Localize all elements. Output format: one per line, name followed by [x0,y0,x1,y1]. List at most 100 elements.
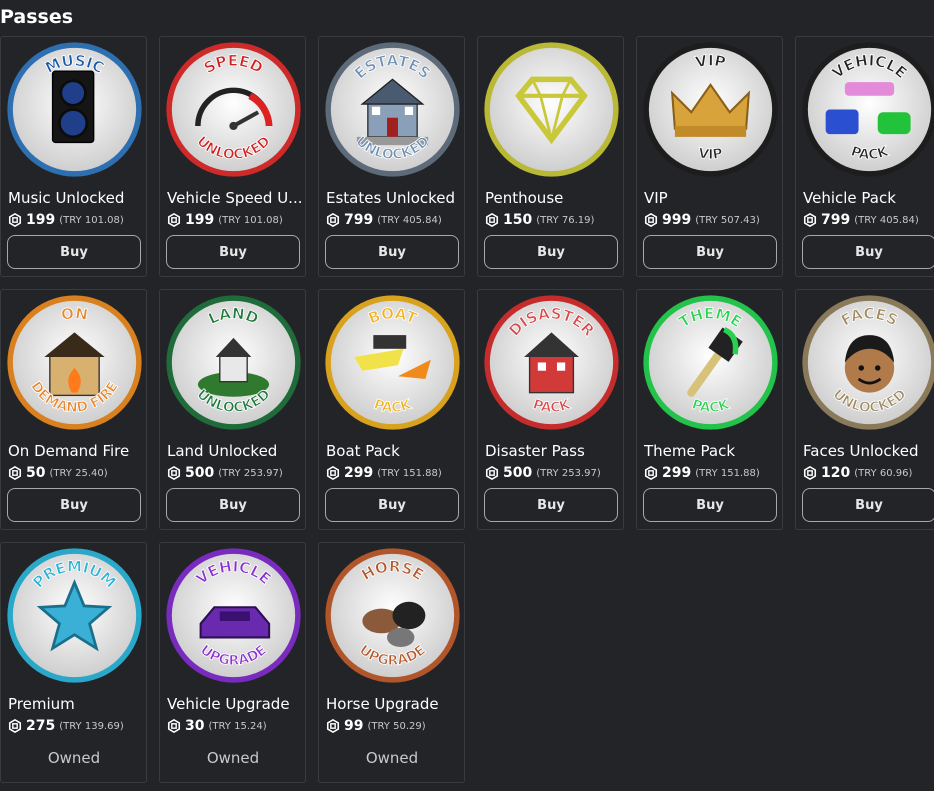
buy-button[interactable]: Buy [802,488,934,522]
robux-price: 50 [26,465,46,481]
try-price: (TRY 15.24) [208,720,267,732]
pass-name[interactable]: Faces Unlocked [803,442,934,460]
robux-price: 799 [344,212,374,228]
buy-button[interactable]: Buy [484,235,618,269]
diamond-badge-icon[interactable] [483,41,620,178]
try-price: (TRY 507.43) [695,214,760,226]
try-price: (TRY 405.84) [854,214,919,226]
pass-card-on-demand-fire[interactable]: ON DEMAND FIRE On Demand Fire 50 (TRY 25.40)… [0,289,147,530]
passes-title: Passes [0,6,74,28]
try-price: (TRY 60.96) [854,467,913,479]
robux-icon [8,213,22,227]
pass-name[interactable]: Estates Unlocked [326,189,462,207]
price-row: 275 (TRY 139.69) [8,718,124,734]
pass-name[interactable]: Premium [8,695,144,713]
pass-name[interactable]: Disaster Pass [485,442,621,460]
buy-button[interactable]: Buy [325,488,459,522]
pass-card-disaster-pass[interactable]: DISASTER PACK Disaster Pass 500 (TRY 253.97)… [477,289,624,530]
paintbrush-badge-icon[interactable]: THEME PACK [642,294,779,431]
robux-icon [167,213,181,227]
price-row: 500 (TRY 253.97) [485,465,601,481]
robux-icon [485,466,499,480]
robux-icon [644,213,658,227]
owned-label: Owned [206,749,260,767]
robux-price: 275 [26,718,56,734]
pass-card-faces-unlocked[interactable]: FACES UNLOCKED Faces Unlocked 120 (TRY 60.96… [795,289,934,530]
crown-badge-icon[interactable]: VIP VIP [642,41,779,178]
face-badge-icon[interactable]: FACES UNLOCKED [801,294,934,431]
pass-card-vip[interactable]: VIP VIP VIP 999 (TRY 507.43) Buy [636,36,783,277]
robux-price: 500 [503,465,533,481]
buy-button[interactable]: Buy [484,488,618,522]
buy-button[interactable]: Buy [802,235,934,269]
speaker-badge-icon[interactable]: MUSIC [6,41,143,178]
price-row: 150 (TRY 76.19) [485,212,594,228]
pass-name[interactable]: On Demand Fire [8,442,144,460]
broken-house-badge-icon[interactable]: DISASTER PACK [483,294,620,431]
star-badge-icon[interactable]: PREMIUM [6,547,143,684]
pass-name[interactable]: Horse Upgrade [326,695,462,713]
pass-name[interactable]: Penthouse [485,189,621,207]
robux-price: 120 [821,465,851,481]
pass-name[interactable]: Vehicle Pack [803,189,934,207]
try-price: (TRY 101.08) [218,214,283,226]
try-price: (TRY 50.29) [367,720,426,732]
price-row: 99 (TRY 50.29) [326,718,426,734]
pass-card-estates-unlocked[interactable]: ESTATES UNLOCKED Estates Unlocked 799 (TRY 4… [318,36,465,277]
try-price: (TRY 151.88) [377,467,442,479]
robux-icon [326,466,340,480]
price-row: 199 (TRY 101.08) [167,212,283,228]
try-price: (TRY 405.84) [377,214,442,226]
buy-button[interactable]: Buy [325,235,459,269]
robux-price: 299 [662,465,692,481]
pass-card-vehicle-pack[interactable]: VEHICLE PACK Vehicle Pack 799 (TRY 405.84) Bu… [795,36,934,277]
land-house-badge-icon[interactable]: LAND UNLOCKED [165,294,302,431]
robux-price: 199 [26,212,56,228]
robux-price: 999 [662,212,692,228]
robux-icon [803,466,817,480]
pass-card-premium[interactable]: PREMIUM Premium 275 (TRY 139.69) Owned [0,542,147,783]
robux-icon [8,466,22,480]
house-badge-icon[interactable]: ESTATES UNLOCKED [324,41,461,178]
burning-house-badge-icon[interactable]: ON DEMAND FIRE [6,294,143,431]
pass-card-vehicle-speed-u[interactable]: SPEED UNLOCKED Vehicle Speed U... 199 (TRY 1… [159,36,306,277]
pass-card-music-unlocked[interactable]: MUSIC Music Unlocked 199 (TRY 101.08) Buy [0,36,147,277]
pass-name[interactable]: Vehicle Speed U... [167,189,303,207]
price-row: 199 (TRY 101.08) [8,212,124,228]
boat-badge-icon[interactable]: BOAT PACK [324,294,461,431]
robux-icon [8,719,22,733]
pass-name[interactable]: VIP [644,189,780,207]
robux-price: 799 [821,212,851,228]
robux-icon [167,466,181,480]
robux-icon [167,719,181,733]
robux-price: 150 [503,212,533,228]
price-row: 799 (TRY 405.84) [326,212,442,228]
try-price: (TRY 253.97) [536,467,601,479]
pass-card-horse-upgrade[interactable]: HORSE UPGRADE Horse Upgrade 99 (TRY 50.29) Ow… [318,542,465,783]
pass-card-boat-pack[interactable]: BOAT PACK Boat Pack 299 (TRY 151.88) Buy [318,289,465,530]
pass-card-theme-pack[interactable]: THEME PACK Theme Pack 299 (TRY 151.88) Buy [636,289,783,530]
pass-card-vehicle-upgrade[interactable]: VEHICLE UPGRADE Vehicle Upgrade 30 (TRY 15.2… [159,542,306,783]
speedometer-badge-icon[interactable]: SPEED UNLOCKED [165,41,302,178]
price-row: 30 (TRY 15.24) [167,718,267,734]
pass-name[interactable]: Boat Pack [326,442,462,460]
buy-button[interactable]: Buy [166,235,300,269]
pass-name[interactable]: Theme Pack [644,442,780,460]
passes-grid: MUSIC Music Unlocked 199 (TRY 101.08) Buy SPE… [0,36,934,783]
pass-card-penthouse[interactable]: Penthouse 150 (TRY 76.19) Buy [477,36,624,277]
buy-button[interactable]: Buy [7,488,141,522]
horses-badge-icon[interactable]: HORSE UPGRADE [324,547,461,684]
pass-name[interactable]: Vehicle Upgrade [167,695,303,713]
try-price: (TRY 151.88) [695,467,760,479]
purple-car-badge-icon[interactable]: VEHICLE UPGRADE [165,547,302,684]
svg-text:VIP: VIP [694,52,727,72]
pass-card-land-unlocked[interactable]: LAND UNLOCKED Land Unlocked 500 (TRY 253.97)… [159,289,306,530]
robux-price: 30 [185,718,205,734]
buy-button[interactable]: Buy [166,488,300,522]
buy-button[interactable]: Buy [643,235,777,269]
cars-badge-icon[interactable]: VEHICLE PACK [801,41,934,178]
buy-button[interactable]: Buy [7,235,141,269]
buy-button[interactable]: Buy [643,488,777,522]
pass-name[interactable]: Land Unlocked [167,442,303,460]
pass-name[interactable]: Music Unlocked [8,189,144,207]
